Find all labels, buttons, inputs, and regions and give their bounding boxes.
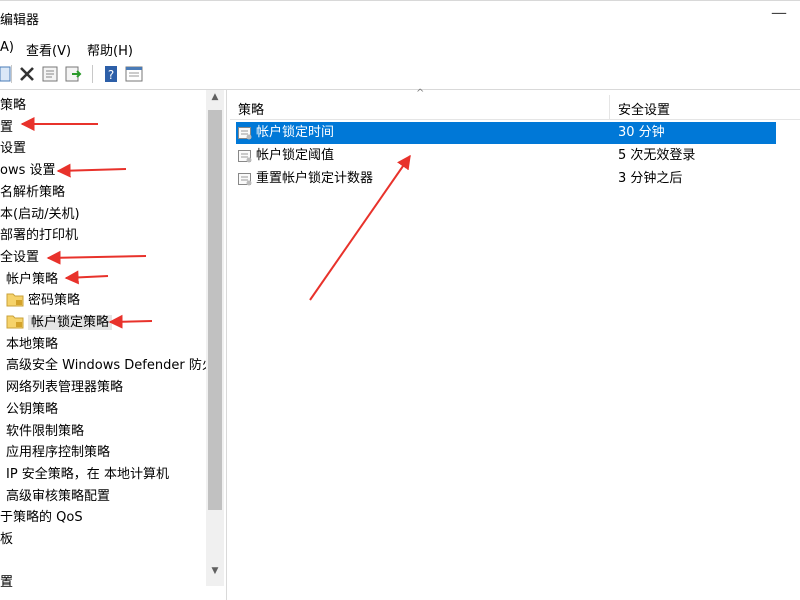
tree-item[interactable]: 部署的打印机 [0,226,78,246]
tree-item[interactable]: 置 [0,573,13,593]
tree-item-label: 全设置 [0,250,40,265]
tree-item[interactable]: 密码策略 [6,291,80,311]
tree-item-label: 于策略的 QoS [0,510,83,525]
column-header-security-setting[interactable]: 安全设置 [618,99,670,118]
minimize-button[interactable]: — [771,3,789,27]
policy-setting-value: 3 分钟之后 [618,171,683,186]
tree-item[interactable]: 软件限制策略 [6,422,84,442]
policy-name: 帐户锁定阈值 [256,148,335,163]
tree-item-label: 软件限制策略 [6,424,85,439]
menu-action[interactable]: A) [0,40,14,55]
menu-bar: A) 查看(V) 帮助(H) [0,36,800,60]
export-icon[interactable] [63,64,83,84]
tree-item-label: 策略 [0,98,27,113]
tree-item[interactable]: IP 安全策略，在 本地计算机 [6,465,169,485]
scrollbar-thumb[interactable] [208,110,222,510]
tree-item[interactable]: ows 设置 [0,161,56,181]
folder-lock-icon [6,313,24,329]
sort-arrow-icon: ^ [416,88,425,99]
tree-item-label: 置 [0,120,14,135]
tree-item-label: 置 [0,575,14,590]
svg-text:?: ? [108,68,114,82]
tree-item-label: 名解析策略 [0,185,66,200]
policy-setting-value: 5 次无效登录 [618,148,696,163]
policy-row[interactable]: 帐户锁定阈值 5 次无效登录 [236,145,776,167]
tree-item[interactable]: 全设置 [0,248,39,268]
tree-item-label: 设置 [0,141,27,156]
policy-row[interactable]: 帐户锁定时间 30 分钟 [236,122,776,144]
tree-item[interactable]: 本(启动/关机) [0,205,80,225]
tree-item[interactable]: 网络列表管理器策略 [6,378,123,398]
help-icon[interactable]: ? [101,64,121,84]
tree-item[interactable]: 帐户锁定策略 [6,313,113,333]
tree-item[interactable]: 名解析策略 [0,183,65,203]
tree-item-label: 高级审核策略配置 [6,489,111,504]
policy-setting-icon [238,126,252,140]
tree-item[interactable]: 策略 [0,96,26,116]
tree-item-label: 高级安全 Windows Defender 防火 [6,358,215,373]
tree-item[interactable]: 应用程序控制策略 [6,443,110,463]
tree-item-label: ows 设置 [0,163,56,178]
tree-item[interactable]: 本地策略 [6,335,58,355]
policy-setting-value: 30 分钟 [618,125,665,140]
column-divider[interactable] [609,95,610,119]
tree-item-label: 应用程序控制策略 [6,445,111,460]
tree-item-label: 帐户锁定策略 [28,315,113,330]
tree-item-label: 密码策略 [28,293,81,308]
toolbar-separator [92,65,93,83]
tree-item-label: 板 [0,532,14,547]
tree-item[interactable]: 高级安全 Windows Defender 防火 [6,356,215,376]
scroll-down-arrow-icon[interactable]: ▼ [206,566,224,582]
menu-view[interactable]: 查看(V) [26,40,71,59]
tree-item[interactable]: 板 [0,530,13,550]
column-header-policy[interactable]: 策略 [238,99,264,118]
policy-setting-icon [238,172,252,186]
policy-name: 重置帐户锁定计数器 [256,171,374,186]
title-bar: 编辑器 — [0,0,800,37]
window-title: 编辑器 [0,13,40,28]
tree-item[interactable]: 帐户策略 [6,270,58,290]
tree-item-label: 网络列表管理器策略 [6,380,124,395]
tree-item[interactable]: 高级审核策略配置 [6,487,110,507]
view-icon[interactable] [124,64,144,84]
column-header-row: 策略 安全设置 [230,95,800,120]
scroll-up-arrow-icon[interactable]: ▲ [206,92,224,108]
tree-item[interactable]: 于策略的 QoS [0,508,83,528]
folder-lock-icon [6,291,24,307]
tree-item-label: 部署的打印机 [0,228,79,243]
policy-row[interactable]: 重置帐户锁定计数器 3 分钟之后 [236,168,776,190]
tree-item-label: 帐户策略 [6,272,59,287]
toolbar-separator [11,65,12,83]
tree-item[interactable]: 公钥策略 [6,400,58,420]
policy-name: 帐户锁定时间 [256,125,335,140]
toolbar: ? [0,60,800,90]
tree-item[interactable]: 设置 [0,139,26,159]
tree-item-label: 公钥策略 [6,402,59,417]
properties-icon[interactable] [40,64,60,84]
tree-item-label: IP 安全策略，在 本地计算机 [6,467,169,482]
tree-item-label: 本(启动/关机) [0,207,80,222]
tree-item-label: 本地策略 [6,337,59,352]
tree-item[interactable]: 置 [0,118,13,138]
policy-setting-icon [238,149,252,163]
menu-help[interactable]: 帮助(H) [87,40,133,59]
delete-icon[interactable] [17,64,37,84]
